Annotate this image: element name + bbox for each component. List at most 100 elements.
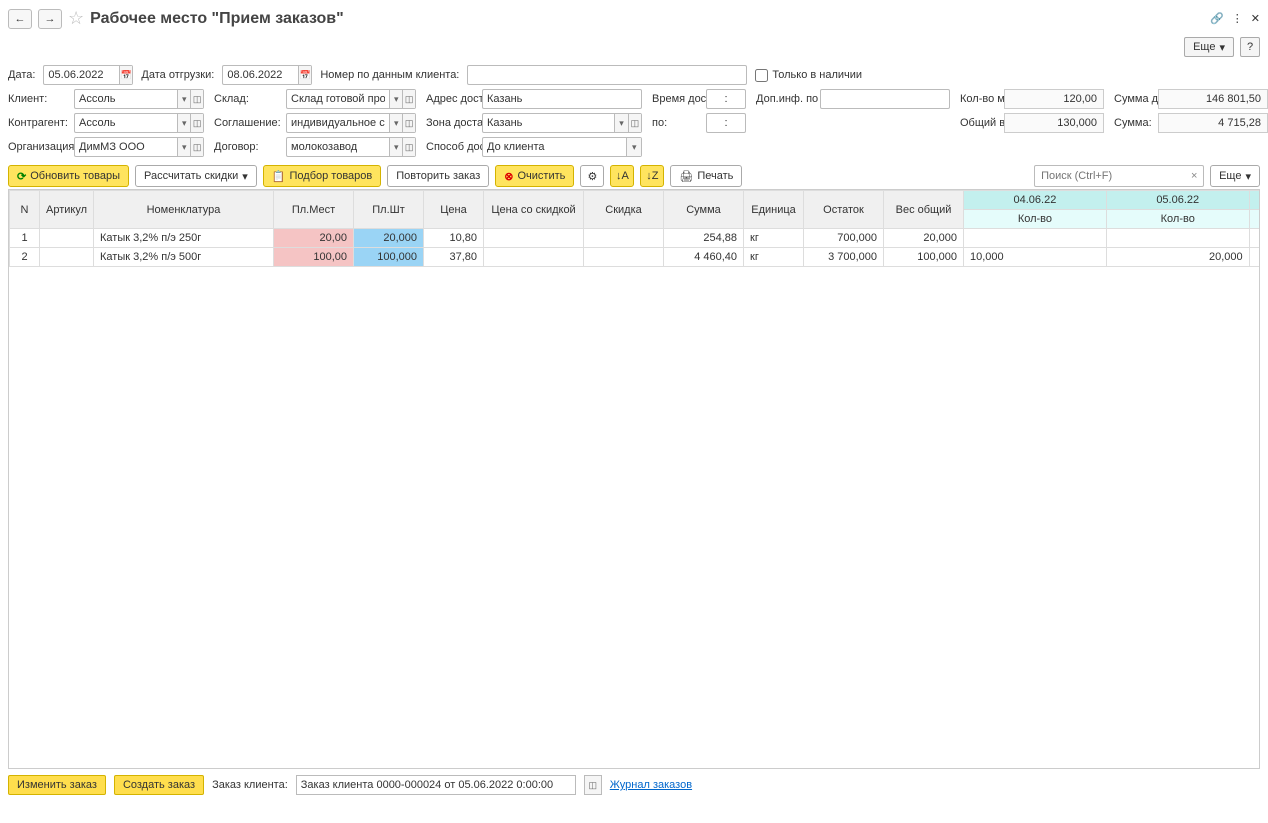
table-row[interactable]: 1Катык 3,2% п/э 250г20,0020,00010,80254,… [10, 229, 1261, 248]
refresh-icon: ⟳ [17, 170, 26, 183]
edit-order-button[interactable]: Изменить заказ [8, 775, 106, 795]
chevron-down-icon[interactable]: ▾ [177, 138, 190, 156]
star-icon[interactable]: ☆ [68, 8, 84, 29]
col-price-discount[interactable]: Цена со скидкой [484, 191, 584, 229]
instock-checkbox[interactable]: Только в наличии [755, 69, 862, 82]
open-icon[interactable]: ◫ [402, 114, 415, 132]
client-order-field[interactable]: Заказ клиента 0000-000024 от 05.06.2022 … [296, 775, 576, 795]
goods-table[interactable]: N Артикул Номенклатура Пл.Мест Пл.Шт Цен… [8, 189, 1260, 769]
print-button[interactable]: 🖨Печать [670, 165, 742, 187]
chevron-down-icon: ▾ [242, 170, 248, 183]
calc-discounts-button[interactable]: Рассчитать скидки▾ [135, 165, 257, 187]
col-discount[interactable]: Скидка [584, 191, 664, 229]
col-date3[interactable]: 06.0 [1249, 191, 1260, 210]
footer: Изменить заказ Создать заказ Заказ клиен… [8, 775, 1260, 795]
col-pieces[interactable]: Пл.Шт [354, 191, 424, 229]
clear-button[interactable]: ⊗Очистить [495, 165, 574, 187]
search-input[interactable]: × [1034, 165, 1204, 187]
debt-label: Сумма долга: [1114, 93, 1154, 105]
agreement-label: Соглашение: [214, 117, 282, 129]
deal-field[interactable]: ▾◫ [286, 137, 416, 157]
open-icon[interactable]: ◫ [628, 114, 641, 132]
chevron-down-icon[interactable]: ▾ [389, 90, 402, 108]
time-from-field[interactable] [706, 89, 746, 109]
col-article[interactable]: Артикул [40, 191, 94, 229]
org-field[interactable]: ▾◫ [74, 137, 204, 157]
open-order-icon[interactable]: ◫ [584, 775, 602, 795]
settings-button[interactable]: ⚙ [580, 165, 604, 187]
chevron-down-icon[interactable]: ▾ [177, 114, 190, 132]
nav-back-button[interactable]: ← [8, 9, 32, 29]
repeat-order-button[interactable]: Повторить заказ [387, 165, 489, 187]
col-places[interactable]: Пл.Мест [274, 191, 354, 229]
more-icon[interactable]: ⋮ [1232, 12, 1243, 25]
clear-search-icon[interactable]: × [1185, 170, 1203, 182]
open-icon[interactable]: ◫ [190, 114, 203, 132]
total-weight-value: 130,000 [1004, 113, 1104, 133]
chevron-down-icon[interactable]: ▾ [389, 138, 402, 156]
create-order-button[interactable]: Создать заказ [114, 775, 204, 795]
client-order-label: Заказ клиента: [212, 779, 288, 791]
extra-info-label: Доп.инф. по доставке: [756, 93, 816, 105]
shipdate-field[interactable] [222, 65, 312, 85]
col-nomenclature[interactable]: Номенклатура [94, 191, 274, 229]
col-date1[interactable]: 04.06.22 [964, 191, 1107, 210]
client-field[interactable]: ▾◫ [74, 89, 204, 109]
time-from-label: Время доставки с: [652, 93, 702, 105]
more-button[interactable]: Еще▾ [1184, 37, 1234, 57]
total-weight-label: Общий вес: [960, 117, 1000, 129]
sort-desc-button[interactable]: ↓Z [640, 165, 664, 187]
arrow-right-icon: → [45, 13, 56, 25]
date-field[interactable] [43, 65, 133, 85]
debt-value: 146 801,50 [1158, 89, 1268, 109]
help-button[interactable]: ? [1240, 37, 1260, 57]
clientnum-field[interactable] [467, 65, 747, 85]
calendar-icon[interactable] [119, 66, 132, 84]
col-n[interactable]: N [10, 191, 40, 229]
table-more-button[interactable]: Еще▾ [1210, 165, 1260, 187]
open-icon[interactable]: ◫ [402, 90, 415, 108]
link-icon[interactable]: 🔗 [1210, 12, 1224, 25]
nav-forward-button[interactable]: → [38, 9, 62, 29]
pick-goods-button[interactable]: 📋Подбор товаров [263, 165, 381, 187]
printer-icon: 🖨 [679, 170, 693, 183]
col-qty1[interactable]: Кол-во [964, 210, 1107, 229]
zone-label: Зона доставки: [426, 117, 478, 129]
col-qty3[interactable]: Кол [1249, 210, 1260, 229]
sort-desc-icon: ↓Z [646, 170, 658, 182]
open-icon[interactable]: ◫ [190, 90, 203, 108]
order-journal-link[interactable]: Журнал заказов [610, 779, 692, 791]
col-unit[interactable]: Единица [744, 191, 804, 229]
zone-field[interactable]: ▾◫ [482, 113, 642, 133]
contractor-field[interactable]: ▾◫ [74, 113, 204, 133]
places-qty-value: 120,00 [1004, 89, 1104, 109]
chevron-down-icon[interactable]: ▾ [614, 114, 627, 132]
list-icon: 📋 [272, 170, 286, 183]
time-to-field[interactable] [706, 113, 746, 133]
close-icon[interactable]: ✕ [1251, 12, 1260, 25]
sort-asc-button[interactable]: ↓A [610, 165, 634, 187]
delivery-way-field[interactable]: ▾ [482, 137, 642, 157]
col-price[interactable]: Цена [424, 191, 484, 229]
table-row[interactable]: 2Катык 3,2% п/э 500г100,00100,00037,804 … [10, 248, 1261, 267]
address-field[interactable] [482, 89, 642, 109]
warehouse-field[interactable]: ▾◫ [286, 89, 416, 109]
col-date2[interactable]: 05.06.22 [1106, 191, 1249, 210]
col-rest[interactable]: Остаток [804, 191, 884, 229]
clientnum-label: Номер по данным клиента: [320, 69, 459, 81]
col-weight[interactable]: Вес общий [884, 191, 964, 229]
chevron-down-icon[interactable]: ▾ [626, 138, 641, 156]
chevron-down-icon[interactable]: ▾ [389, 114, 402, 132]
calendar-icon[interactable] [298, 66, 311, 84]
refresh-goods-button[interactable]: ⟳Обновить товары [8, 165, 129, 187]
delivery-way-label: Способ доставки: [426, 141, 478, 153]
open-icon[interactable]: ◫ [402, 138, 415, 156]
agreement-field[interactable]: ▾◫ [286, 113, 416, 133]
col-sum[interactable]: Сумма [664, 191, 744, 229]
col-qty2[interactable]: Кол-во [1106, 210, 1249, 229]
open-icon[interactable]: ◫ [190, 138, 203, 156]
extra-info-field[interactable] [820, 89, 950, 109]
chevron-down-icon[interactable]: ▾ [177, 90, 190, 108]
chevron-down-icon: ▾ [1219, 41, 1225, 54]
contractor-label: Контрагент: [8, 117, 70, 129]
